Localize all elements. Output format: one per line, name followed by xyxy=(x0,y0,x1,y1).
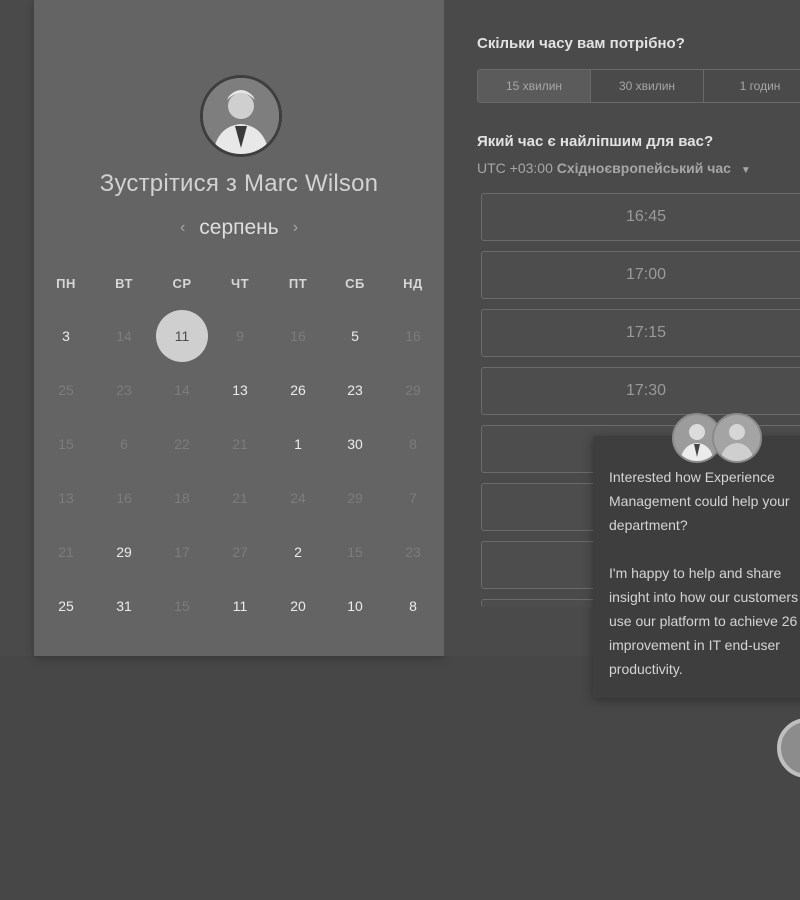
timezone-selector[interactable]: UTC +03:00 Східноєвропейський час ▼ xyxy=(477,160,751,176)
calendar-day[interactable]: 5 xyxy=(329,310,381,362)
time-slot[interactable]: 17:30 xyxy=(481,367,800,415)
calendar-day: 14 xyxy=(116,328,132,344)
calendar-day: 8 xyxy=(409,436,417,452)
calendar-day: 23 xyxy=(405,544,421,560)
calendar-day[interactable]: 3 xyxy=(40,310,92,362)
timezone-name: Східноєвропейський час xyxy=(556,160,731,176)
calendar-day[interactable]: 11 xyxy=(214,580,266,632)
person-icon xyxy=(714,415,760,461)
agent-avatar xyxy=(712,413,762,463)
chat-launcher-button[interactable] xyxy=(777,718,800,778)
calendar-day[interactable]: 23 xyxy=(329,364,381,416)
duration-option-15[interactable]: 15 хвилин xyxy=(478,70,591,102)
calendar-day: 21 xyxy=(232,490,248,506)
calendar-day: 7 xyxy=(409,490,417,506)
calendar-day: 15 xyxy=(347,544,363,560)
timezone-offset: UTC +03:00 xyxy=(477,160,553,176)
calendar-day: 21 xyxy=(232,436,248,452)
calendar-day: 22 xyxy=(174,436,190,452)
calendar-day[interactable]: 26 xyxy=(272,364,324,416)
caret-down-icon: ▼ xyxy=(740,165,751,176)
time-slot[interactable]: 17:15 xyxy=(481,309,800,357)
calendar-day[interactable]: 30 xyxy=(329,418,381,470)
time-question: Який час є найліпшим для вас? xyxy=(477,133,714,150)
time-slot[interactable]: 16:45 xyxy=(481,193,800,241)
calendar-day: 13 xyxy=(58,490,74,506)
calendar-day-selected[interactable]: 11 xyxy=(156,310,208,362)
calendar-day[interactable]: 29 xyxy=(98,526,150,578)
chat-agent-avatars xyxy=(672,413,762,463)
duration-question: Скільки часу вам потрібно? xyxy=(477,35,685,52)
calendar-day: 27 xyxy=(232,544,248,560)
calendar-day: 16 xyxy=(405,328,421,344)
calendar-day: 29 xyxy=(405,382,421,398)
calendar-day[interactable]: 20 xyxy=(272,580,324,632)
duration-option-30[interactable]: 30 хвилин xyxy=(591,70,704,102)
calendar-day[interactable]: 8 xyxy=(387,580,439,632)
calendar-day: 14 xyxy=(174,382,190,398)
time-slot[interactable]: 17:00 xyxy=(481,251,800,299)
calendar-day[interactable]: 1 xyxy=(272,418,324,470)
calendar-panel: Зустрітися з Marc Wilson ‹ серпень › ПН … xyxy=(34,0,444,656)
calendar-day-grid: 3 14 11 9 16 5 16 25 23 14 13 26 23 29 15 6 22 21 1 30 8 13 16… xyxy=(34,0,444,656)
calendar-day: 21 xyxy=(58,544,74,560)
calendar-day: 16 xyxy=(290,328,306,344)
calendar-day: 15 xyxy=(174,598,190,614)
calendar-day: 15 xyxy=(58,436,74,452)
calendar-day[interactable]: 13 xyxy=(214,364,266,416)
calendar-day[interactable]: 25 xyxy=(40,580,92,632)
calendar-day: 23 xyxy=(116,382,132,398)
calendar-day: 9 xyxy=(236,328,244,344)
calendar-day: 6 xyxy=(120,436,128,452)
calendar-day: 25 xyxy=(58,382,74,398)
calendar-day[interactable]: 31 xyxy=(98,580,150,632)
calendar-day: 18 xyxy=(174,490,190,506)
calendar-day: 16 xyxy=(116,490,132,506)
chat-paragraph: I'm happy to help and share insight into… xyxy=(609,565,799,677)
calendar-day: 29 xyxy=(347,490,363,506)
calendar-day: 17 xyxy=(174,544,190,560)
calendar-day: 24 xyxy=(290,490,306,506)
chat-message: Interested how Experience Management cou… xyxy=(609,465,800,705)
chat-paragraph: Interested how Experience Management cou… xyxy=(609,469,790,533)
calendar-day[interactable]: 2 xyxy=(272,526,324,578)
duration-option-60[interactable]: 1 годин xyxy=(704,70,800,102)
duration-selector: 15 хвилин 30 хвилин 1 годин xyxy=(477,69,800,103)
calendar-day[interactable]: 10 xyxy=(329,580,381,632)
